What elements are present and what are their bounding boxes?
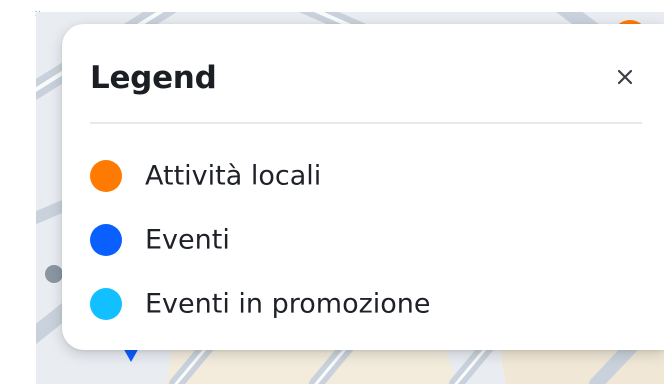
orange-dot-icon (90, 160, 122, 192)
legend-item-label: Eventi in promozione (145, 288, 431, 320)
close-icon[interactable] (610, 62, 640, 92)
legend-panel: Legend Attività locali Eventi Eventi in … (62, 24, 664, 350)
legend-divider (90, 122, 642, 124)
blue-dot-icon (90, 224, 122, 256)
legend-item-label: Eventi (145, 224, 230, 256)
legend-item-label: Attività locali (145, 160, 322, 192)
light-blue-dot-icon (90, 288, 122, 320)
map-view: × (0, 0, 664, 384)
legend-title: Legend (90, 60, 217, 96)
map-poi-icon[interactable] (45, 265, 63, 283)
